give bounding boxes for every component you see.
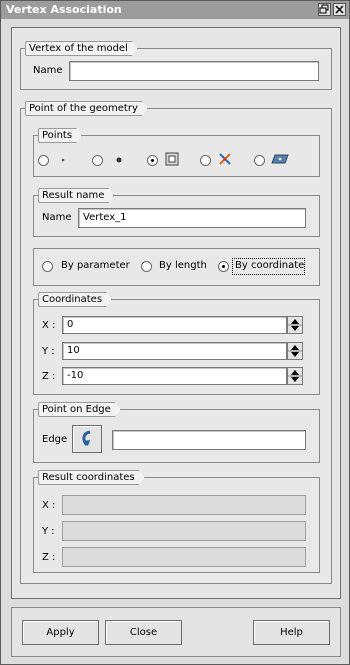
result-name-group: Result name Name Vertex_1 bbox=[33, 195, 320, 237]
model-vertex-group: Vertex of the model Name bbox=[20, 48, 332, 90]
by-parameter-label[interactable]: By parameter bbox=[61, 260, 130, 271]
close-button[interactable]: Close bbox=[105, 620, 182, 645]
result-name-input[interactable]: Vertex_1 bbox=[78, 208, 306, 228]
result-name-group-title: Result name bbox=[38, 188, 114, 203]
x-label: X : bbox=[42, 320, 56, 331]
point-type-radio-5[interactable] bbox=[254, 155, 265, 166]
coordinates-group: Coordinates X : 0 Y : 10 Z : -10 bbox=[33, 299, 320, 395]
restore-icon[interactable] bbox=[318, 3, 331, 16]
edge-label: Edge bbox=[42, 434, 68, 445]
result-x-label: X : bbox=[42, 500, 56, 511]
model-name-input[interactable] bbox=[69, 61, 319, 81]
y-coordinate-input[interactable]: 10 bbox=[62, 342, 287, 360]
point-on-edge-group: Point on Edge Edge bbox=[33, 409, 320, 463]
edge-select-button[interactable] bbox=[72, 425, 102, 453]
result-coordinates-group: Result coordinates X : Y : Z : bbox=[33, 477, 320, 573]
edge-input[interactable] bbox=[112, 430, 306, 450]
point-plane-icon bbox=[271, 153, 289, 168]
model-name-label: Name bbox=[33, 65, 63, 76]
points-group: Points bbox=[33, 135, 320, 177]
by-coordinate-label[interactable]: By coordinate bbox=[235, 260, 304, 271]
point-cross-icon bbox=[218, 152, 232, 169]
point-type-radio-2[interactable] bbox=[92, 155, 103, 166]
y-label: Y : bbox=[42, 346, 55, 357]
z-spinbox-buttons[interactable] bbox=[287, 367, 303, 385]
point-type-radio-4[interactable] bbox=[200, 155, 211, 166]
x-spinbox-buttons[interactable] bbox=[287, 316, 303, 334]
coordinates-group-title: Coordinates bbox=[38, 292, 112, 307]
x-coordinate-input[interactable]: 0 bbox=[62, 316, 287, 334]
geometry-point-group-title: Point of the geometry bbox=[25, 101, 148, 116]
y-spinbox-buttons[interactable] bbox=[287, 342, 303, 360]
result-z-field bbox=[62, 547, 306, 567]
by-length-radio[interactable] bbox=[141, 261, 152, 272]
z-label: Z : bbox=[42, 371, 56, 382]
geometry-point-group: Point of the geometry Points Result name… bbox=[20, 108, 332, 584]
result-y-field bbox=[62, 521, 306, 541]
by-length-label[interactable]: By length bbox=[159, 260, 207, 271]
point-type-radio-3[interactable] bbox=[147, 155, 158, 166]
button-bar: Apply Close Help bbox=[11, 607, 341, 657]
by-parameter-radio[interactable] bbox=[42, 261, 53, 272]
result-x-field bbox=[62, 495, 306, 515]
point-type-radio-1[interactable] bbox=[38, 155, 49, 166]
close-icon[interactable] bbox=[333, 3, 346, 16]
apply-button[interactable]: Apply bbox=[22, 620, 99, 645]
vertex-association-dialog: Vertex Association Vertex of the model N… bbox=[0, 0, 350, 665]
model-vertex-group-title: Vertex of the model bbox=[25, 41, 138, 56]
by-coordinate-radio[interactable] bbox=[218, 261, 229, 272]
result-name-label: Name bbox=[42, 212, 72, 223]
select-arrow-icon bbox=[82, 430, 91, 447]
point-box-icon bbox=[165, 152, 179, 169]
mode-group: By parameter By length By coordinate bbox=[33, 248, 320, 286]
help-button[interactable]: Help bbox=[253, 620, 330, 645]
point-on-edge-group-title: Point on Edge bbox=[38, 402, 121, 417]
result-coordinates-group-title: Result coordinates bbox=[38, 470, 145, 485]
result-y-label: Y : bbox=[42, 526, 55, 537]
point-small-icon bbox=[59, 156, 67, 167]
window-title: Vertex Association bbox=[6, 3, 122, 16]
points-group-title: Points bbox=[38, 128, 82, 143]
z-coordinate-input[interactable]: -10 bbox=[62, 367, 287, 385]
title-bar: Vertex Association bbox=[1, 1, 349, 19]
result-z-label: Z : bbox=[42, 552, 56, 563]
main-panel: Vertex of the model Name Point of the ge… bbox=[11, 27, 341, 599]
point-dot-icon bbox=[114, 155, 124, 168]
